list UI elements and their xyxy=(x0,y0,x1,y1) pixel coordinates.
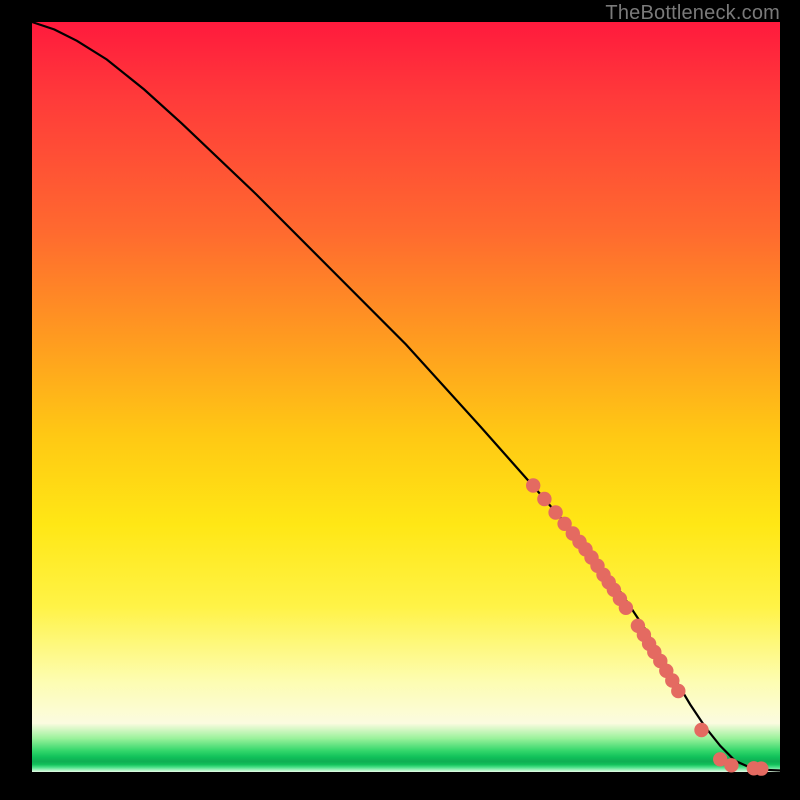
curve-marker xyxy=(548,505,562,519)
curve-marker xyxy=(619,601,633,615)
curve-marker xyxy=(724,758,738,772)
curve-marker xyxy=(754,761,768,775)
curve-marker xyxy=(526,478,540,492)
marker-group xyxy=(526,478,769,776)
curve-marker xyxy=(537,492,551,506)
curve-svg xyxy=(32,22,780,772)
curve-path xyxy=(32,22,780,771)
chart-stage: TheBottleneck.com xyxy=(0,0,800,800)
plot-area xyxy=(32,22,780,772)
curve-marker xyxy=(694,723,708,737)
curve-marker xyxy=(671,684,685,698)
